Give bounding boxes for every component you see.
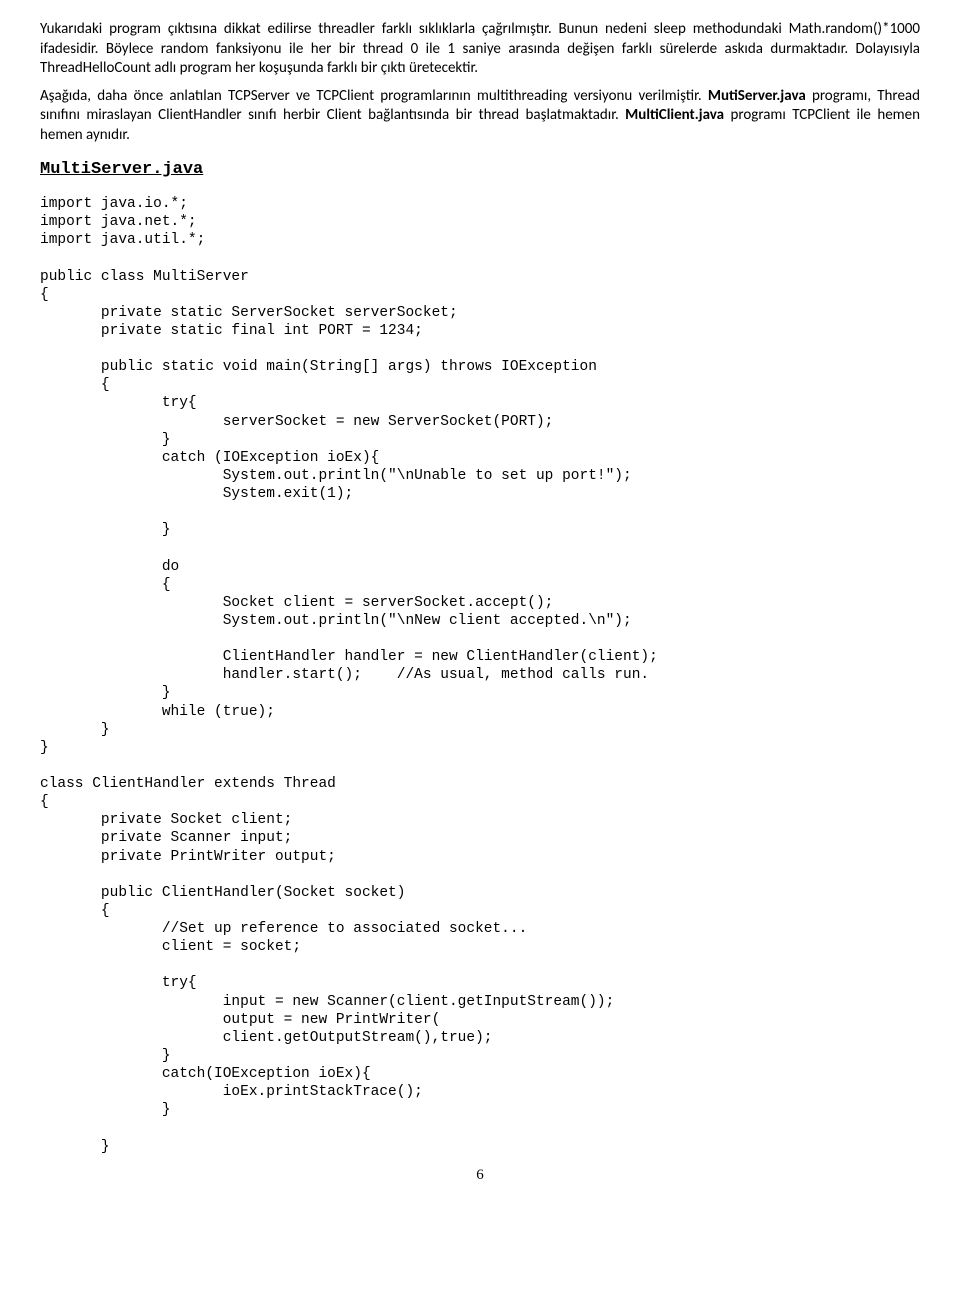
code-block: import java.io.*; import java.net.*; imp… [40, 195, 920, 1156]
intro-paragraph-2: Aşağıda, daha önce anlatılan TCPServer v… [40, 87, 920, 146]
p2-bold-1: MutiServer.java [708, 87, 806, 105]
intro-paragraph-1: Yukarıdaki program çıktısına dikkat edil… [40, 20, 920, 79]
p2-text-1: Aşağıda, daha önce anlatılan TCPServer v… [40, 87, 708, 105]
page-number: 6 [40, 1166, 920, 1186]
p2-bold-2: MultiClient.java [625, 106, 724, 124]
code-heading: MultiServer.java [40, 159, 920, 181]
